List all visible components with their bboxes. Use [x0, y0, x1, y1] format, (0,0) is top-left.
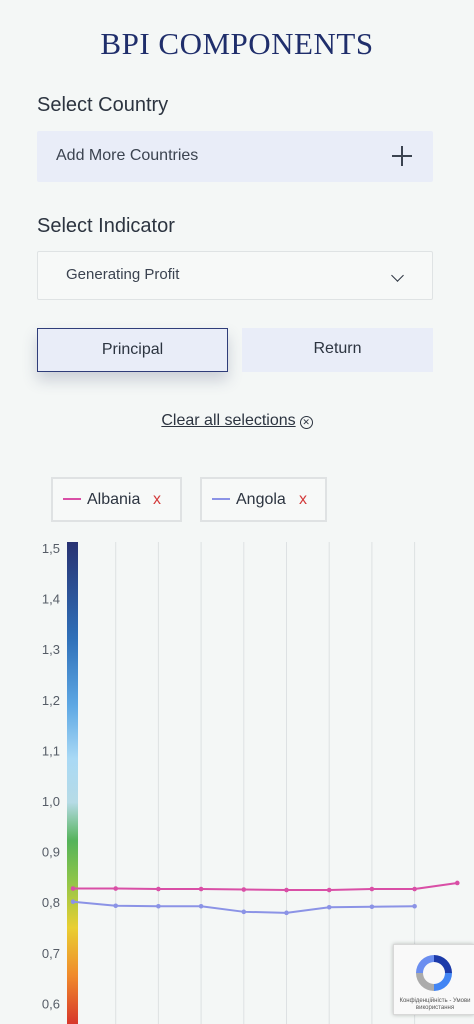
data-point-albania[interactable]	[326, 887, 332, 893]
data-point-angola[interactable]	[412, 903, 417, 909]
y-tick-label: 1,0	[42, 794, 60, 809]
y-tick-label: 1,5	[42, 541, 60, 556]
y-tick-label: 1,4	[42, 592, 60, 607]
chevron-down-icon	[391, 269, 404, 282]
data-point-albania[interactable]	[369, 886, 375, 892]
legend-name-albania: Albania	[87, 491, 141, 508]
indicator-select[interactable]: Generating Profit	[37, 251, 433, 300]
recaptcha-badge[interactable]: Конфіденційність - Умови використання	[393, 944, 474, 1015]
data-point-angola[interactable]	[241, 909, 247, 915]
y-tick-label: 1,2	[42, 693, 60, 708]
recaptcha-icon	[416, 955, 452, 991]
data-point-albania[interactable]	[113, 886, 118, 891]
tab-return[interactable]: Return	[242, 328, 433, 372]
add-countries-button[interactable]: Add More Countries	[37, 131, 433, 182]
add-countries-label: Add More Countries	[56, 147, 199, 164]
data-point-angola[interactable]	[113, 903, 118, 909]
legend-chip-angola: Angola x	[200, 477, 327, 522]
y-tick-label: 0,8	[42, 895, 60, 910]
data-point-angola[interactable]	[156, 903, 161, 909]
y-tick-label: 0,7	[42, 946, 60, 961]
select-indicator-label: Select Indicator	[37, 215, 175, 237]
legend-line-angola	[212, 498, 230, 500]
data-point-angola[interactable]	[70, 899, 76, 904]
data-point-albania[interactable]	[455, 880, 460, 886]
color-scale-bar	[67, 542, 78, 1024]
clear-selections-link[interactable]: Clear all selections	[161, 412, 295, 429]
legend-line-albania	[63, 498, 81, 500]
data-point-angola[interactable]	[284, 910, 289, 916]
tab-principal[interactable]: Principal	[37, 328, 228, 372]
legend-name-angola: Angola	[236, 491, 286, 508]
plus-icon	[392, 146, 412, 166]
indicator-selected-value: Generating Profit	[66, 266, 180, 283]
y-tick-label: 0,6	[42, 996, 60, 1011]
remove-albania-button[interactable]: x	[153, 479, 161, 520]
data-point-albania[interactable]	[412, 886, 417, 892]
y-tick-label: 0,9	[42, 845, 60, 860]
data-point-angola[interactable]	[326, 904, 332, 910]
close-circle-icon[interactable]: ✕	[299, 416, 313, 429]
data-point-angola[interactable]	[369, 904, 375, 910]
data-point-albania[interactable]	[156, 886, 161, 892]
remove-angola-button[interactable]: x	[299, 479, 307, 520]
data-point-albania[interactable]	[70, 886, 76, 891]
legend-chip-albania: Albania x	[51, 477, 182, 522]
select-country-label: Select Country	[37, 94, 169, 116]
data-point-angola[interactable]	[198, 903, 204, 909]
recaptcha-terms[interactable]: Конфіденційність - Умови використання	[397, 998, 473, 1012]
series-line-albania	[73, 881, 458, 892]
data-point-albania[interactable]	[284, 887, 289, 893]
page-title: BPI COMPONENTS	[100, 26, 374, 61]
data-point-albania[interactable]	[198, 886, 204, 892]
clear-selections[interactable]: Clear all selections ✕	[0, 412, 474, 430]
y-tick-label: 1,3	[42, 642, 60, 657]
y-tick-label: 1,1	[42, 743, 60, 758]
data-point-albania[interactable]	[241, 887, 247, 892]
